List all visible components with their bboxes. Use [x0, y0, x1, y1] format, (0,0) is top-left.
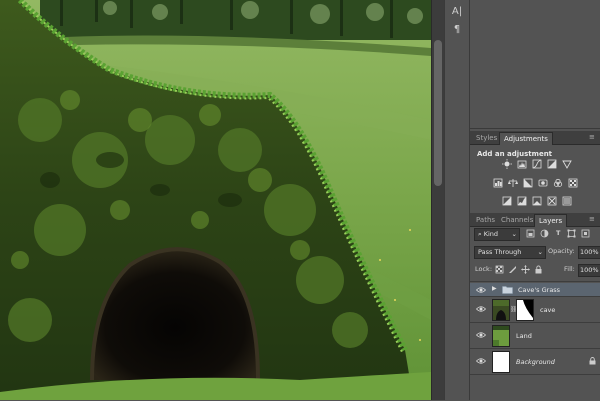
- character-panel-icon[interactable]: A|: [448, 4, 466, 20]
- fill-value: 100%: [580, 266, 599, 274]
- filter-kind-value: Kind: [483, 230, 499, 238]
- layers-panel: Paths Channels Layers ≡ ⌕ Kind ⌄ T Pass …: [470, 213, 600, 400]
- tab-layers[interactable]: Layers: [534, 214, 568, 227]
- opacity-label: Opacity:: [548, 247, 575, 255]
- layer-row-cave[interactable]: ⛓ cave: [470, 297, 600, 323]
- posterize-icon[interactable]: [517, 196, 527, 206]
- blend-mode-select[interactable]: Pass Through ⌄: [474, 246, 546, 259]
- layer-thumbnail: [492, 351, 510, 373]
- levels-icon[interactable]: [517, 159, 527, 169]
- filter-adjustment-icon[interactable]: [540, 229, 549, 238]
- tab-paths[interactable]: Paths: [472, 214, 499, 226]
- filter-type-icon[interactable]: T: [556, 228, 560, 239]
- photo-filter-icon[interactable]: [538, 178, 548, 188]
- fill-field[interactable]: 100%: [578, 264, 600, 277]
- layers-tab-bar: Paths Channels Layers ≡: [470, 213, 600, 227]
- layer-mask-thumbnail[interactable]: [516, 299, 534, 321]
- exposure-icon[interactable]: [547, 159, 557, 169]
- visibility-eye-icon[interactable]: [476, 304, 486, 314]
- vibrance-icon[interactable]: [562, 159, 572, 169]
- layer-thumbnail: [492, 299, 510, 321]
- brightness-contrast-icon[interactable]: [502, 159, 512, 169]
- paragraph-panel-icon[interactable]: ¶: [448, 22, 466, 38]
- black-white-icon[interactable]: [523, 178, 533, 188]
- layer-name: Background: [516, 358, 555, 366]
- collapsed-panel-dock: A| ¶: [444, 0, 470, 400]
- canvas-vertical-scrollbar[interactable]: [431, 0, 445, 400]
- color-balance-icon[interactable]: [508, 178, 518, 188]
- layer-name: Land: [516, 332, 532, 340]
- fill-label: Fill:: [564, 265, 575, 273]
- opacity-field[interactable]: 100%: [578, 246, 600, 259]
- visibility-eye-icon[interactable]: [476, 285, 486, 295]
- selective-color-icon[interactable]: [547, 196, 557, 206]
- visibility-eye-icon[interactable]: [476, 356, 486, 366]
- lock-image-pixels-icon[interactable]: [508, 265, 517, 274]
- document-canvas[interactable]: [0, 0, 431, 400]
- curves-icon[interactable]: [532, 159, 542, 169]
- tab-styles[interactable]: Styles: [472, 132, 501, 144]
- layer-thumbnail: [492, 325, 510, 347]
- visibility-eye-icon[interactable]: [476, 330, 486, 340]
- chevron-down-icon: ⌄: [537, 248, 543, 256]
- layer-filter-kind-select[interactable]: ⌕ Kind ⌄: [474, 228, 520, 241]
- lock-all-icon[interactable]: [534, 265, 543, 274]
- lock-label: Lock:: [475, 265, 493, 273]
- layer-row-land[interactable]: Land: [470, 323, 600, 349]
- panel-menu-icon[interactable]: ≡: [589, 133, 597, 141]
- layer-list: ▶ Cave's Grass ⛓ cave Land Background: [470, 281, 600, 401]
- filter-smart-object-icon[interactable]: [581, 229, 590, 238]
- filter-shape-icon[interactable]: [567, 229, 576, 238]
- empty-panel-area: [470, 0, 600, 129]
- layer-name: Cave's Grass: [518, 286, 561, 294]
- blend-mode-value: Pass Through: [478, 248, 522, 256]
- expand-arrow-icon[interactable]: ▶: [492, 285, 497, 292]
- invert-icon[interactable]: [502, 196, 512, 206]
- color-lookup-icon[interactable]: [568, 178, 578, 188]
- adjustments-tab-bar: Styles Adjustments ≡: [470, 131, 600, 145]
- lock-icon: [589, 357, 596, 365]
- search-icon: ⌕: [478, 230, 482, 238]
- adjustments-title: Add an adjustment: [477, 150, 553, 158]
- right-panels: Styles Adjustments ≡ Add an adjustment P…: [470, 0, 600, 400]
- opacity-value: 100%: [580, 248, 599, 256]
- layer-name: cave: [540, 306, 556, 314]
- scrollbar-thumb[interactable]: [434, 40, 442, 186]
- folder-icon: [502, 286, 513, 294]
- layer-row-caves-grass[interactable]: ▶ Cave's Grass: [470, 283, 600, 297]
- adjustments-panel: Styles Adjustments ≡ Add an adjustment: [470, 131, 600, 212]
- layer-row-background[interactable]: Background: [470, 349, 600, 375]
- lock-position-icon[interactable]: [521, 265, 530, 274]
- panel-menu-icon[interactable]: ≡: [589, 215, 597, 223]
- lock-transparent-pixels-icon[interactable]: [495, 265, 504, 274]
- tab-adjustments[interactable]: Adjustments: [499, 132, 553, 145]
- tab-channels[interactable]: Channels: [497, 214, 537, 226]
- canvas-artwork: [0, 0, 431, 400]
- channel-mixer-icon[interactable]: [553, 178, 563, 188]
- gradient-map-icon[interactable]: [562, 196, 572, 206]
- chevron-down-icon: ⌄: [511, 230, 517, 238]
- threshold-icon[interactable]: [532, 196, 542, 206]
- hue-saturation-icon[interactable]: [493, 178, 503, 188]
- filter-pixel-icon[interactable]: [526, 229, 535, 238]
